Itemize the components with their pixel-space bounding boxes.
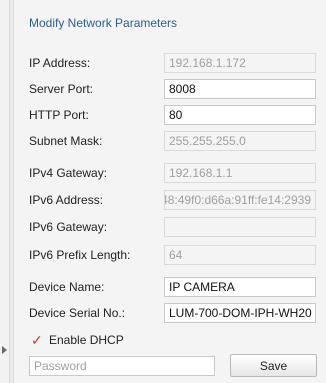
enable-dhcp-label: Enable DHCP [49, 333, 124, 347]
save-button[interactable]: Save [230, 354, 317, 377]
row-ipv6-prefix-length: IPv6 Prefix Length: 64 [14, 245, 326, 265]
server-port-label: Server Port: [29, 82, 94, 96]
ipv4-gateway-field: 192.168.1.1 [164, 163, 316, 183]
ipv6-gateway-field [164, 217, 316, 237]
ipv4-gateway-label: IPv4 Gateway: [29, 166, 108, 180]
left-rail [0, 0, 10, 383]
ipv6-prefix-length-label: IPv6 Prefix Length: [29, 248, 131, 262]
row-http-port: HTTP Port: 80 [14, 105, 326, 125]
device-name-label: Device Name: [29, 280, 105, 294]
row-ip-address: IP Address: 192.168.1.172 [14, 53, 326, 73]
checkmark-icon: ✓ [31, 332, 43, 348]
panel-title: Modify Network Parameters [29, 16, 178, 30]
ipv6-address-label: IPv6 Address: [29, 193, 104, 207]
subnet-mask-label: Subnet Mask: [29, 134, 103, 148]
ipv6-address-field: fe80::4e48:49f0:d66a:91ff:fe14:2939 [164, 190, 316, 210]
ip-address-field: 192.168.1.172 [164, 53, 316, 73]
row-ipv4-gateway: IPv4 Gateway: 192.168.1.1 [14, 163, 326, 183]
expand-arrow-icon[interactable] [2, 346, 7, 354]
network-parameters-panel: Modify Network Parameters IP Address: 19… [13, 0, 326, 383]
password-input[interactable] [29, 356, 215, 376]
server-port-field[interactable]: 8008 [164, 79, 316, 99]
http-port-field[interactable]: 80 [164, 105, 316, 125]
ipv6-prefix-length-field: 64 [164, 245, 316, 265]
device-name-field[interactable]: IP CAMERA [164, 277, 316, 297]
row-device-serial: Device Serial No.: LUM-700-DOM-IPH-WH20 [14, 303, 326, 323]
row-ipv6-gateway: IPv6 Gateway: [14, 217, 326, 237]
device-serial-label: Device Serial No.: [29, 306, 126, 320]
ipv6-gateway-label: IPv6 Gateway: [29, 220, 108, 234]
row-server-port: Server Port: 8008 [14, 79, 326, 99]
row-device-name: Device Name: IP CAMERA [14, 277, 326, 297]
subnet-mask-field: 255.255.255.0 [164, 131, 316, 151]
row-subnet-mask: Subnet Mask: 255.255.255.0 [14, 131, 326, 151]
ip-address-label: IP Address: [29, 56, 91, 70]
row-ipv6-address: IPv6 Address: fe80::4e48:49f0:d66a:91ff:… [14, 190, 326, 210]
device-serial-field[interactable]: LUM-700-DOM-IPH-WH20 [164, 303, 316, 323]
http-port-label: HTTP Port: [29, 108, 89, 122]
